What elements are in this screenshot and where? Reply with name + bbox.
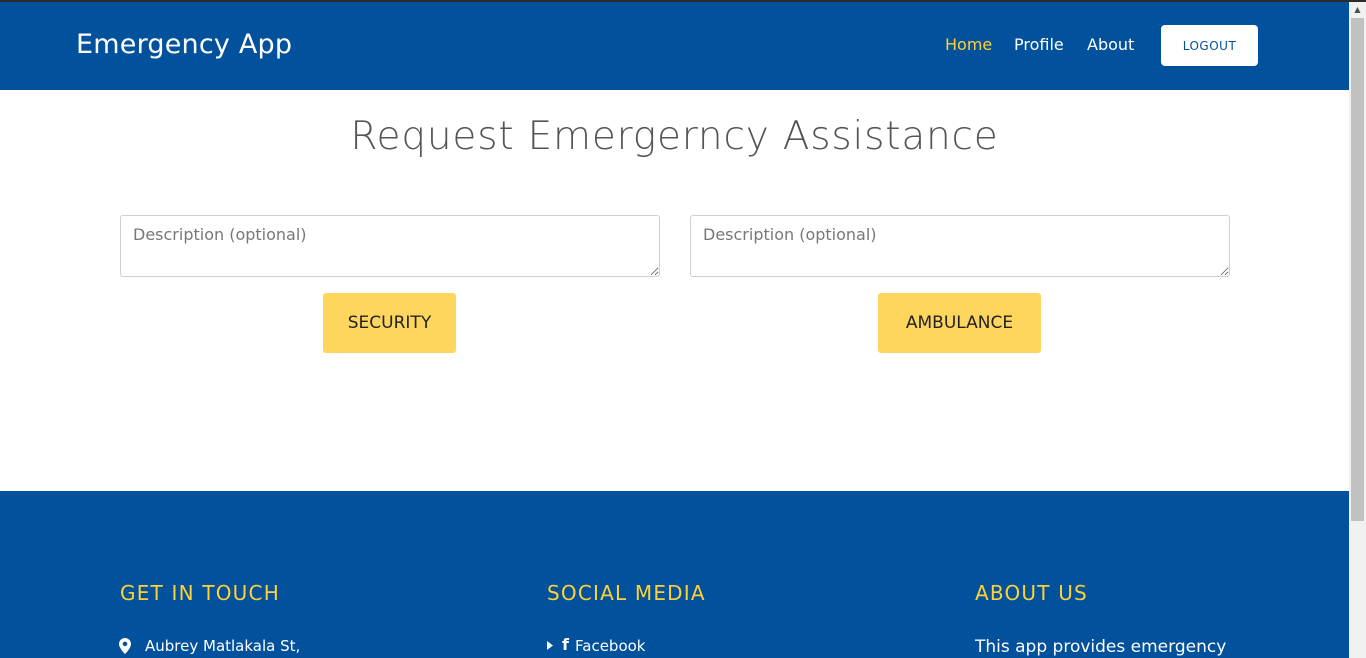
facebook-icon[interactable]: f — [562, 635, 569, 654]
nav-link-about[interactable]: About — [1087, 35, 1134, 54]
nav-link-profile[interactable]: Profile — [1014, 35, 1064, 54]
brand-title[interactable]: Emergency App — [76, 29, 292, 60]
navbar: Emergency App Home Profile About LOGOUT — [0, 2, 1349, 90]
footer-address: Aubrey Matlakala St, — [145, 637, 301, 655]
footer-link-facebook[interactable]: Facebook — [575, 637, 645, 655]
ambulance-button[interactable]: AMBULANCE — [878, 293, 1041, 353]
scroll-up-icon[interactable]: ▲ — [1349, 2, 1366, 18]
security-button[interactable]: SECURITY — [323, 293, 456, 353]
logout-button[interactable]: LOGOUT — [1161, 25, 1258, 66]
caret-right-icon — [547, 641, 553, 650]
map-marker-icon — [119, 638, 131, 654]
page-title: Request Emergerncy Assistance — [350, 114, 999, 159]
footer-heading-about-us: ABOUT US — [975, 581, 1088, 605]
ambulance-description-input[interactable] — [690, 215, 1230, 277]
footer: GET IN TOUCH SOCIAL MEDIA ABOUT US Aubre… — [0, 491, 1349, 658]
page-scrollbar[interactable]: ▲ — [1349, 2, 1366, 658]
security-description-input[interactable] — [120, 215, 660, 277]
footer-about-text: This app provides emergency — [975, 637, 1227, 657]
footer-heading-get-in-touch: GET IN TOUCH — [120, 581, 280, 605]
main-content: Request Emergerncy Assistance SECURITY A… — [0, 90, 1349, 491]
footer-heading-social-media: SOCIAL MEDIA — [547, 581, 706, 605]
scroll-thumb[interactable] — [1351, 18, 1364, 521]
nav-link-home[interactable]: Home — [945, 35, 992, 54]
